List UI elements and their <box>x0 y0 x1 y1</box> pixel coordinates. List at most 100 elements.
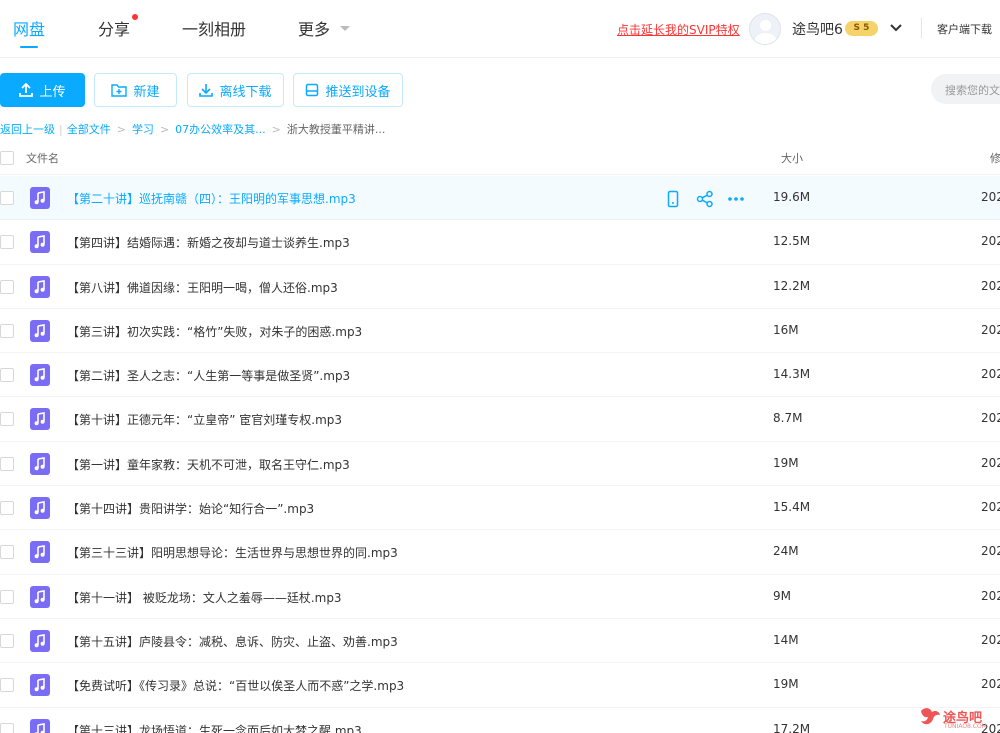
tab-more[interactable]: 更多 <box>298 16 330 40</box>
file-name[interactable]: 【第二讲】圣人之志：“人生第一等事是做圣贤”.mp3 <box>67 367 350 384</box>
file-size: 12.5M <box>773 234 811 249</box>
file-size: 19.6M <box>773 190 811 204</box>
file-name[interactable]: 【第三讲】初次实践：“格竹”失败，对朱子的困惑.mp3 <box>67 323 362 340</box>
row-checkbox[interactable] <box>0 191 14 205</box>
share-icon[interactable] <box>696 190 714 208</box>
more-options-icon[interactable] <box>727 190 745 208</box>
upload-button[interactable]: 上传 <box>0 73 85 107</box>
table-row[interactable]: 【第十四讲】贵阳讲学：始论“知行合一”.mp3 15.4M 202 <box>0 486 1000 531</box>
breadcrumb-separator: > <box>159 123 170 136</box>
svip-renew-link[interactable]: 点击延长我的SVIP特权 <box>617 21 740 38</box>
audio-file-icon <box>30 541 50 564</box>
table-header: 文件名 大小 修 <box>0 141 1000 175</box>
audio-file-icon <box>30 275 50 298</box>
tab-netdisk[interactable]: 网盘 <box>13 16 45 40</box>
row-checkbox[interactable] <box>0 722 14 733</box>
client-download-link[interactable]: 客户端下载 <box>937 21 992 37</box>
row-checkbox[interactable] <box>0 456 14 471</box>
file-modified-date: 202 <box>981 190 1000 204</box>
file-size: 24M <box>773 544 799 559</box>
table-row[interactable]: 【第十三讲】龙场悟道：生死一念而后如大梦之醒.mp3 17.2M 202 <box>0 708 1000 733</box>
row-checkbox[interactable] <box>0 633 14 648</box>
file-name[interactable]: 【第一讲】童年家教：天机不可泄，取名王守仁.mp3 <box>67 456 350 473</box>
breadcrumb-item[interactable]: 学习 <box>132 123 154 136</box>
file-name[interactable]: 【第四讲】结婚际遇：新婚之夜却与道士谈养生.mp3 <box>67 234 350 251</box>
file-name[interactable]: 【第十三讲】龙场悟道：生死一念而后如大梦之醒.mp3 <box>67 722 362 733</box>
column-header-size[interactable]: 大小 <box>781 150 803 166</box>
search-input[interactable]: 搜索您的文件 <box>931 74 1000 104</box>
notification-dot <box>132 14 138 20</box>
avatar[interactable] <box>749 13 781 45</box>
divider: | <box>59 123 63 136</box>
file-name[interactable]: 【第二十讲】巡抚南赣（四）：王阳明的军事思想.mp3 <box>67 190 356 207</box>
table-row[interactable]: 【第十一讲】 被贬龙场：文人之羞辱——廷杖.mp3 9M 202 <box>0 575 1000 619</box>
back-link[interactable]: 返回上一级 <box>0 123 55 136</box>
row-checkbox[interactable] <box>0 279 14 294</box>
svip-badge: S 5 <box>845 21 878 36</box>
file-modified-date: 202 <box>981 411 1000 426</box>
file-modified-date: 202 <box>981 500 1000 515</box>
watermark-logo: 途鸟吧 TUNIAO8.COM <box>918 703 1000 733</box>
row-checkbox[interactable] <box>0 678 14 693</box>
new-folder-button[interactable]: 新建 <box>94 73 177 107</box>
table-row[interactable]: 【第十五讲】庐陵县令：减税、息诉、防灾、止盗、劝善.mp3 14M 202 <box>0 619 1000 664</box>
watermark-subtext: TUNIAO8.COM <box>944 723 987 730</box>
row-checkbox[interactable] <box>0 235 14 250</box>
column-header-name[interactable]: 文件名 <box>26 150 59 166</box>
new-folder-label: 新建 <box>133 84 160 100</box>
table-row[interactable]: 【第四讲】结婚际遇：新婚之夜却与道士谈养生.mp3 12.5M 202 <box>0 220 1000 265</box>
table-row[interactable]: 【第三讲】初次实践：“格竹”失败，对朱子的困惑.mp3 16M 202 <box>0 309 1000 354</box>
breadcrumb-item[interactable]: 全部文件 <box>67 123 111 136</box>
table-row[interactable]: 【第三十三讲】阳明思想导论：生活世界与思想世界的同.mp3 24M 202 <box>0 530 1000 575</box>
breadcrumb: 返回上一级 | 全部文件 > 学习 >07办公效率及其... > 浙大教授董平精讲... <box>0 121 385 137</box>
divider <box>921 18 922 38</box>
row-checkbox[interactable] <box>0 368 14 383</box>
row-checkbox[interactable] <box>0 323 14 338</box>
push-to-device-button[interactable]: 推送到设备 <box>293 73 403 107</box>
file-name[interactable]: 【第十一讲】 被贬龙场：文人之羞辱——廷杖.mp3 <box>67 589 342 606</box>
file-name[interactable]: 【第十讲】正德元年：“立皇帝” 宦官刘瑾专权.mp3 <box>67 411 342 428</box>
upload-label: 上传 <box>39 84 66 100</box>
row-checkbox[interactable] <box>0 589 14 604</box>
chevron-down-icon[interactable] <box>889 21 903 35</box>
file-modified-date: 202 <box>981 677 1000 692</box>
table-row[interactable]: 【第二十讲】巡抚南赣（四）：王阳明的军事思想.mp3 19.6M 202 <box>0 176 1000 221</box>
row-checkbox[interactable] <box>0 412 14 427</box>
tab-share[interactable]: 分享 <box>98 16 130 40</box>
file-name[interactable]: 【免费试听】《传习录》总说：“百世以俟圣人而不惑”之学.mp3 <box>67 677 404 694</box>
file-modified-date: 202 <box>981 455 1000 470</box>
row-actions <box>664 190 750 208</box>
column-header-modified[interactable]: 修 <box>990 150 1000 166</box>
row-checkbox[interactable] <box>0 501 14 516</box>
row-checkbox[interactable] <box>0 545 14 560</box>
file-modified-date: 202 <box>981 367 1000 382</box>
file-size: 9M <box>773 588 791 603</box>
file-name[interactable]: 【第十五讲】庐陵县令：减税、息诉、防灾、止盗、劝善.mp3 <box>67 633 398 650</box>
table-row[interactable]: 【第二讲】圣人之志：“人生第一等事是做圣贤”.mp3 14.3M 202 <box>0 353 1000 398</box>
file-modified-date: 202 <box>981 234 1000 249</box>
tab-album[interactable]: 一刻相册 <box>182 16 246 40</box>
table-row[interactable]: 【第十讲】正德元年：“立皇帝” 宦官刘瑾专权.mp3 8.7M 202 <box>0 397 1000 442</box>
table-row[interactable]: 【第八讲】佛道因缘：王阳明一喝，僧人还俗.mp3 12.2M 202 <box>0 265 1000 309</box>
breadcrumb-item[interactable]: 07办公效率及其... <box>175 123 266 136</box>
file-name[interactable]: 【第十四讲】贵阳讲学：始论“知行合一”.mp3 <box>67 500 314 517</box>
file-name[interactable]: 【第八讲】佛道因缘：王阳明一喝，僧人还俗.mp3 <box>67 279 338 296</box>
top-nav: 网盘 分享 一刻相册 更多 点击延长我的SVIP特权 途鸟吧6 S 5 客户端下… <box>0 0 1000 58</box>
audio-file-icon <box>30 718 50 733</box>
phone-icon[interactable] <box>664 190 682 208</box>
file-size: 14M <box>773 632 799 647</box>
audio-file-icon <box>30 408 50 431</box>
username[interactable]: 途鸟吧6 <box>792 19 843 39</box>
breadcrumb-separator: > <box>116 123 126 136</box>
file-modified-date: 202 <box>981 322 1000 337</box>
file-name[interactable]: 【第三十三讲】阳明思想导论：生活世界与思想世界的同.mp3 <box>67 544 398 561</box>
table-row[interactable]: 【免费试听】《传习录》总说：“百世以俟圣人而不惑”之学.mp3 19M 202 <box>0 663 1000 708</box>
audio-file-icon <box>30 231 50 254</box>
breadcrumb-current: 浙大教授董平精讲... <box>286 123 386 136</box>
offline-download-button[interactable]: 离线下载 <box>187 73 284 107</box>
audio-file-icon <box>30 319 50 342</box>
new-folder-icon <box>111 84 128 97</box>
audio-file-icon <box>30 452 50 475</box>
select-all-checkbox[interactable] <box>0 151 14 165</box>
table-row[interactable]: 【第一讲】童年家教：天机不可泄，取名王守仁.mp3 19M 202 <box>0 442 1000 487</box>
